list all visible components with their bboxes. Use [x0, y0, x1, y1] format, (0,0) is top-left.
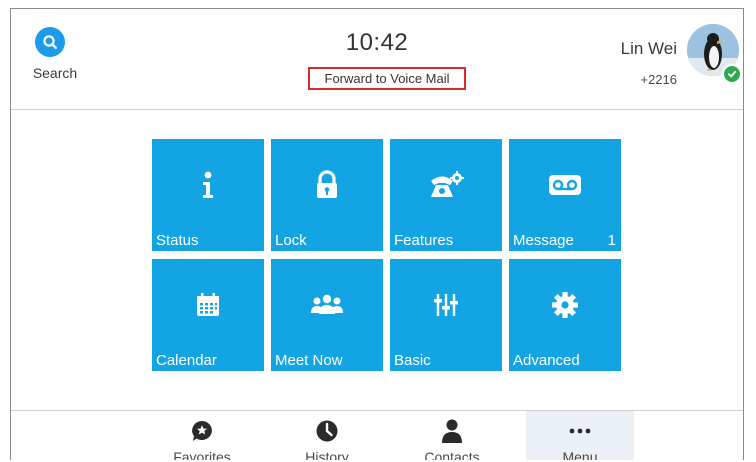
phone-screen: Search 10:42 Forward to Voice Mail Lin W… — [10, 8, 744, 460]
status-header: Search 10:42 Forward to Voice Mail Lin W… — [11, 9, 743, 99]
tile-status[interactable]: Status — [152, 139, 264, 251]
tile-label: Basic — [394, 352, 431, 369]
clock-icon — [273, 417, 381, 445]
header-divider — [11, 109, 743, 110]
person-icon — [398, 417, 506, 445]
forward-status-text: Forward to Voice Mail — [324, 71, 450, 86]
tile-label: Calendar — [156, 352, 217, 369]
nav-label: History — [305, 449, 349, 460]
user-extension: +2216 — [640, 72, 677, 87]
tile-label: Lock — [275, 232, 307, 249]
phone-gear-icon — [390, 165, 502, 205]
nav-label: Contacts — [424, 449, 480, 460]
tile-meet-now[interactable]: Meet Now — [271, 259, 383, 371]
nav-favorites[interactable]: Favorites — [148, 411, 256, 460]
sliders-icon — [390, 285, 502, 325]
tile-label: Message — [513, 232, 574, 249]
tile-message[interactable]: Message 1 — [509, 139, 621, 251]
tile-label: Advanced — [513, 352, 580, 369]
star-bubble-icon — [148, 417, 256, 445]
more-icon — [526, 417, 634, 445]
tile-features[interactable]: Features — [390, 139, 502, 251]
voicemail-icon — [509, 165, 621, 205]
nav-label: Favorites — [173, 449, 231, 460]
message-count-badge: 1 — [607, 232, 616, 249]
people-icon — [271, 285, 383, 325]
tile-basic[interactable]: Basic — [390, 259, 502, 371]
info-icon — [152, 165, 264, 205]
tile-lock[interactable]: Lock — [271, 139, 383, 251]
gear-icon — [509, 285, 621, 325]
tile-calendar[interactable]: Calendar — [152, 259, 264, 371]
user-name: Lin Wei — [620, 39, 677, 58]
nav-history[interactable]: History — [273, 411, 381, 460]
lock-icon — [271, 165, 383, 205]
nav-contacts[interactable]: Contacts — [398, 411, 506, 460]
tile-label: Features — [394, 232, 454, 249]
calendar-icon — [152, 285, 264, 325]
presence-available-icon — [722, 64, 742, 84]
forward-status-badge: Forward to Voice Mail — [308, 67, 466, 90]
tile-label: Status — [156, 232, 199, 249]
search-label: Search — [32, 65, 78, 81]
nav-menu[interactable]: Menu — [526, 411, 634, 460]
tile-label: Meet Now — [275, 352, 343, 369]
nav-label: Menu — [562, 449, 598, 460]
tile-advanced[interactable]: Advanced — [509, 259, 621, 371]
